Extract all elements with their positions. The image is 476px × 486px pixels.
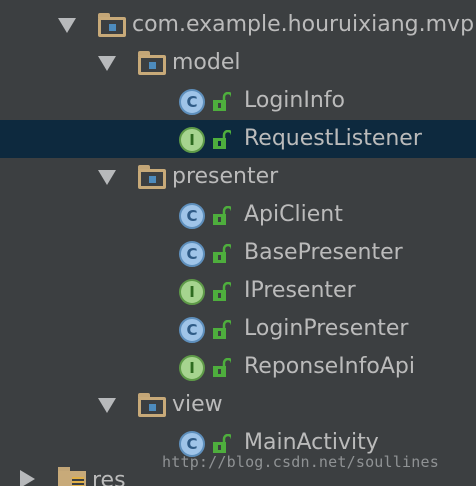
package-folder-icon (138, 393, 166, 417)
tree-row-logininfo[interactable]: C LoginInfo (0, 82, 476, 120)
tree-row-presenter[interactable]: presenter (0, 158, 476, 196)
interface-icon: I (179, 127, 205, 153)
expand-arrow-icon[interactable] (98, 170, 116, 185)
package-folder-icon (98, 13, 126, 37)
tree-row-reponseinfoapi[interactable]: I ReponseInfoApi (0, 348, 476, 386)
watermark-text: http://blog.csdn.net/soullines (162, 453, 439, 471)
lock-open-icon (213, 320, 231, 340)
interface-icon: I (179, 279, 205, 305)
class-icon: C (179, 89, 205, 115)
tree-row-ipresenter[interactable]: I IPresenter (0, 272, 476, 310)
tree-row-apiclient[interactable]: C ApiClient (0, 196, 476, 234)
expand-arrow-icon[interactable] (58, 18, 76, 33)
lock-open-icon (213, 282, 231, 302)
class-icon: C (179, 241, 205, 267)
lock-open-icon (213, 358, 231, 378)
folder-label-presenter: presenter (172, 164, 279, 189)
folder-label-view: view (172, 392, 223, 417)
lock-open-icon (213, 244, 231, 264)
lock-open-icon (213, 130, 231, 150)
class-label: ApiClient (244, 202, 343, 227)
class-label: BasePresenter (244, 240, 403, 265)
lock-open-icon (213, 206, 231, 226)
expand-arrow-icon[interactable] (98, 56, 116, 71)
tree-row-requestlistener[interactable]: I RequestListener (0, 120, 476, 158)
tree-row-model[interactable]: model (0, 44, 476, 82)
project-tree: com.example.houruixiang.mvp model C Logi… (0, 0, 476, 486)
folder-label-model: model (172, 50, 241, 75)
tree-row-package[interactable]: com.example.houruixiang.mvp (0, 6, 476, 44)
lock-open-icon (213, 92, 231, 112)
interface-label: RequestListener (244, 126, 422, 151)
collapse-arrow-icon[interactable] (20, 470, 35, 486)
interface-label: ReponseInfoApi (244, 354, 415, 379)
interface-icon: I (179, 355, 205, 381)
lock-open-icon (213, 434, 231, 454)
package-label: com.example.houruixiang.mvp (132, 12, 475, 37)
package-folder-icon (138, 51, 166, 75)
resource-folder-icon (58, 467, 86, 486)
interface-label: IPresenter (244, 278, 356, 303)
folder-label-res: res (92, 468, 126, 486)
class-label: LoginPresenter (244, 316, 409, 341)
package-folder-icon (138, 165, 166, 189)
class-label: LoginInfo (244, 88, 345, 113)
class-icon: C (179, 317, 205, 343)
class-icon: C (179, 203, 205, 229)
tree-row-view[interactable]: view (0, 386, 476, 424)
expand-arrow-icon[interactable] (98, 398, 116, 413)
tree-row-basepresenter[interactable]: C BasePresenter (0, 234, 476, 272)
tree-row-loginpresenter[interactable]: C LoginPresenter (0, 310, 476, 348)
